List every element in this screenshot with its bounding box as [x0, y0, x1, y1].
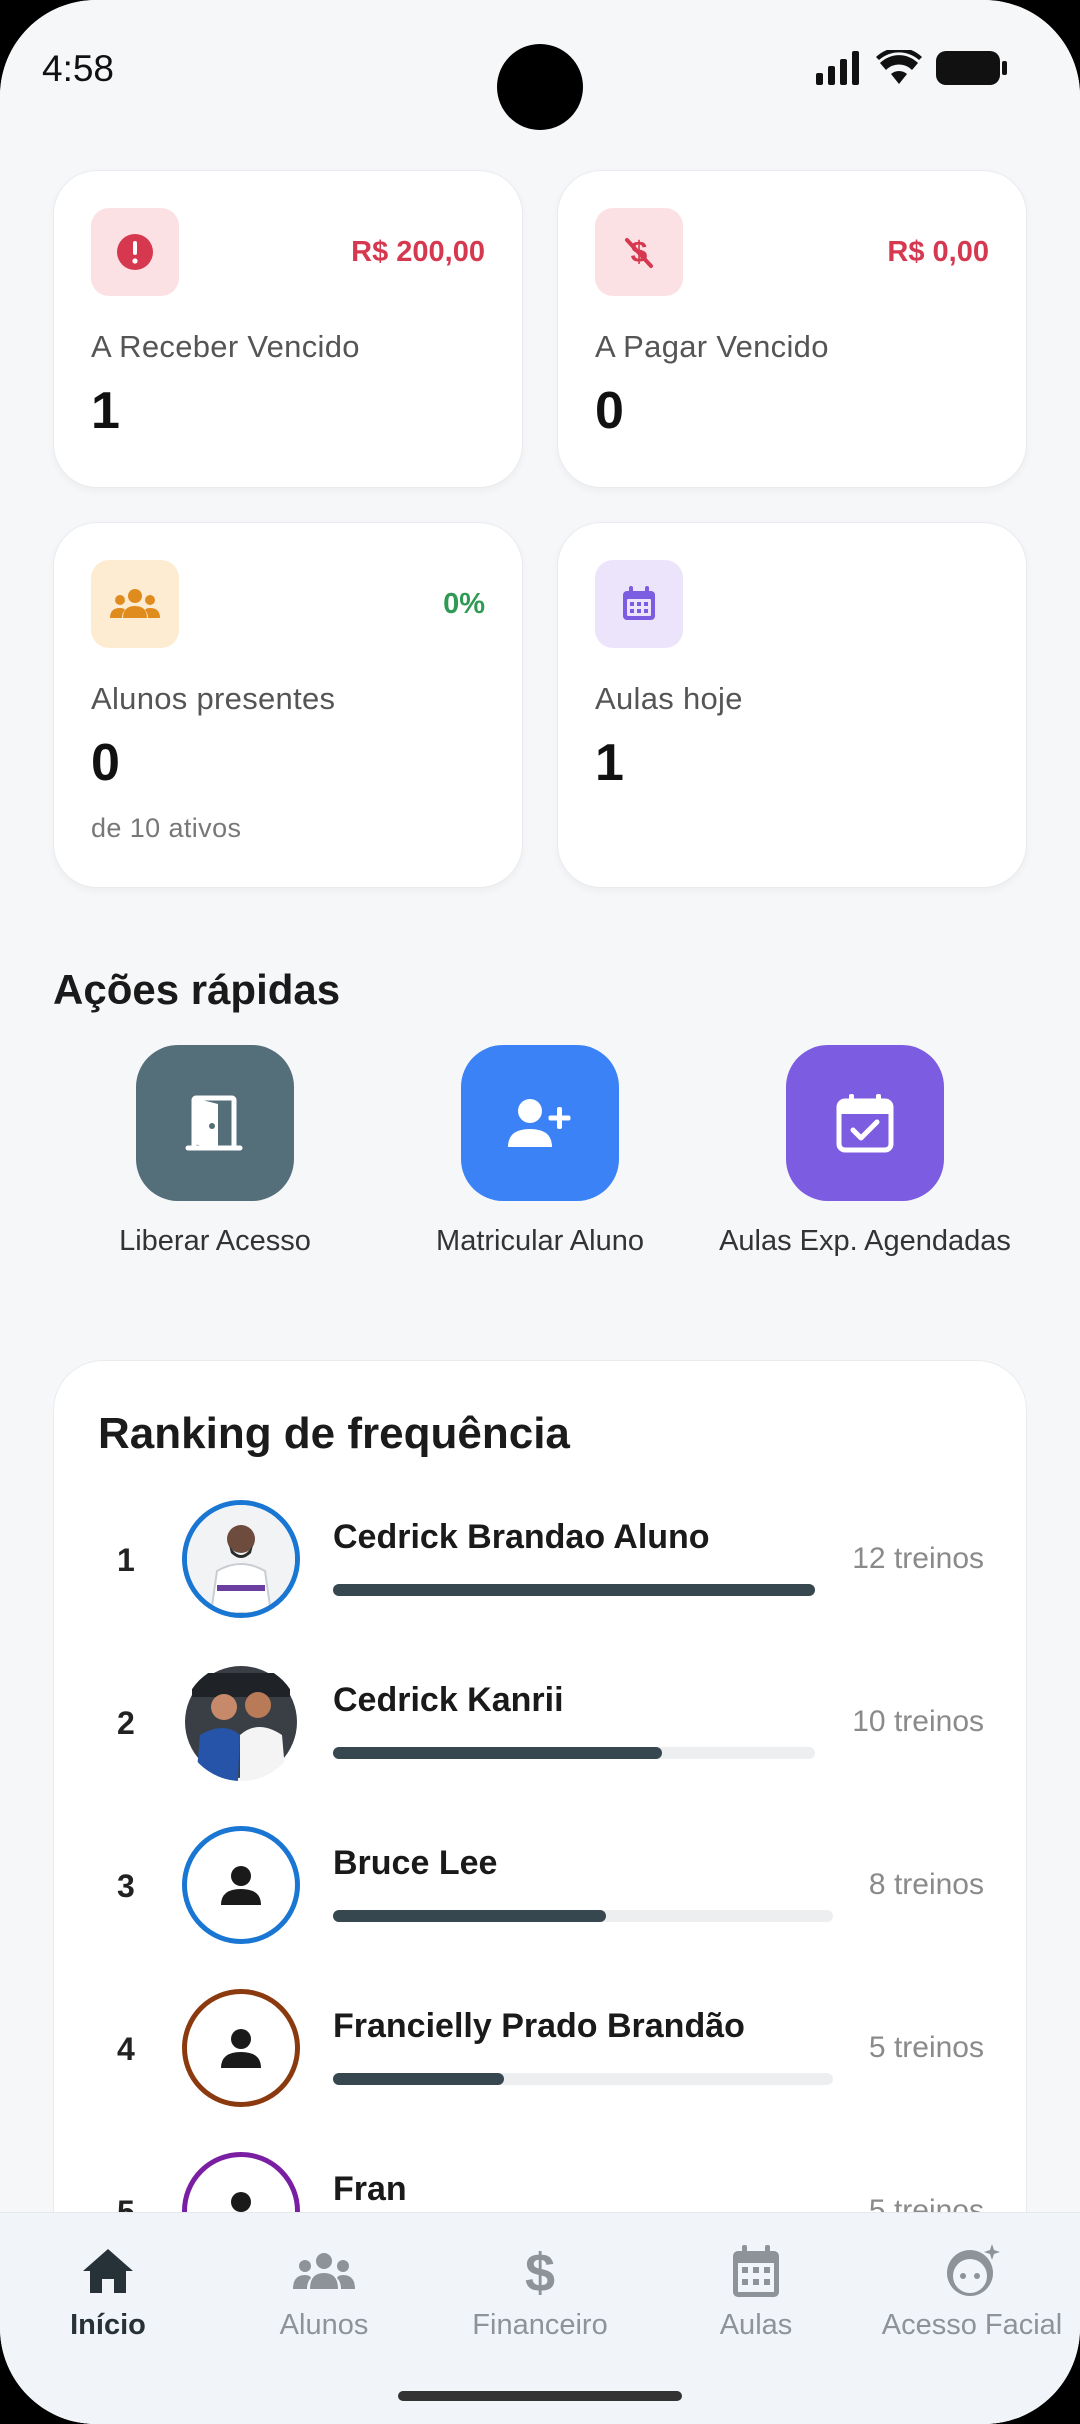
classes-today-card[interactable]: Aulas hoje 1 [557, 522, 1027, 888]
student-name: Fran [333, 2170, 407, 2208]
calendar-icon [733, 2245, 779, 2297]
camera-cutout [497, 44, 583, 130]
status-bar: 4:58 [0, 0, 1080, 140]
frequency-bar [333, 1747, 815, 1759]
nav-item-alunos[interactable]: Alunos [216, 2241, 432, 2342]
quick-action-liberar-acesso[interactable]: Liberar Acesso [55, 1045, 375, 1258]
home-icon [83, 2249, 133, 2293]
quick-action-matricular-aluno[interactable]: Matricular Aluno [380, 1045, 700, 1258]
app-screen: 4:58 R$ 200,00 A Receber Vencido 1 R$ 0,… [0, 0, 1080, 2424]
frequency-bar-fill [333, 1910, 607, 1922]
status-icons [816, 50, 1008, 86]
group-icon [293, 2253, 355, 2289]
frequency-bar [333, 1910, 833, 1922]
training-count: 12 treinos [852, 1542, 984, 1575]
calendar-icon [595, 560, 683, 648]
signal-icon [816, 51, 859, 85]
ranking-row[interactable]: 3 Bruce Lee 8 treinos [54, 1826, 1026, 1956]
students-value: 0 [91, 734, 120, 792]
frequency-bar [333, 1584, 815, 1596]
quick-action-label: Aulas Exp. Agendadas [719, 1225, 1011, 1257]
receivable-value: 1 [91, 382, 120, 440]
payable-value: 0 [595, 382, 624, 440]
payable-amount: R$ 0,00 [887, 236, 989, 268]
quick-action-label: Matricular Aluno [436, 1225, 644, 1257]
frequency-bar-fill [333, 1584, 815, 1596]
nav-label: Aulas [719, 2309, 793, 2341]
person-icon [221, 2029, 261, 2068]
nav-label: Alunos [279, 2309, 369, 2341]
students-label: Alunos presentes [91, 681, 336, 716]
student-name: Bruce Lee [333, 1844, 498, 1882]
student-name: Cedrick Kanrii [333, 1681, 564, 1719]
money-off-icon: $ [595, 208, 683, 296]
group-icon [91, 560, 179, 648]
person-add-icon[interactable] [461, 1045, 619, 1201]
avatar [182, 1500, 300, 1618]
rank-number: 1 [117, 1542, 135, 1578]
quick-actions-title: Ações rápidas [53, 966, 341, 1013]
alert-circle-icon [91, 208, 179, 296]
receivable-overdue-card[interactable]: R$ 200,00 A Receber Vencido 1 [53, 170, 523, 488]
quick-action-aulas-exp-agendadas[interactable]: Aulas Exp. Agendadas [705, 1045, 1025, 1258]
training-count: 8 treinos [868, 1868, 984, 1901]
bottom-navigation: Início Alunos $ Financeiro Aulas Acesso … [0, 2212, 1080, 2424]
nav-label: Acesso Facial [881, 2309, 1063, 2341]
rank-number: 4 [117, 2031, 135, 2067]
face-icon [947, 2244, 1000, 2296]
student-name: Francielly Prado Brandão [333, 2007, 745, 2045]
students-percent: 0% [443, 588, 485, 620]
nav-item-financeiro[interactable]: $ Financeiro [432, 2241, 648, 2342]
ranking-row[interactable]: 2 Cedrick Kanrii 10 treinos [54, 1663, 1026, 1793]
calendar-check-icon[interactable] [786, 1045, 944, 1201]
person-icon [221, 1866, 261, 1905]
classes-label: Aulas hoje [595, 681, 743, 716]
classes-value: 1 [595, 734, 624, 792]
nav-item-inicio[interactable]: Início [0, 2241, 216, 2342]
student-name: Cedrick Brandao Aluno [333, 1518, 710, 1556]
home-indicator[interactable] [398, 2391, 682, 2401]
payable-label: A Pagar Vencido [595, 329, 829, 364]
students-active-sub: de 10 ativos [91, 813, 242, 843]
training-count: 10 treinos [852, 1705, 984, 1738]
battery-icon [936, 51, 1007, 85]
dollar-icon: $ [525, 2243, 555, 2299]
nav-label: Financeiro [472, 2309, 608, 2341]
frequency-bar-fill [333, 1747, 663, 1759]
nav-item-aulas[interactable]: Aulas [648, 2241, 864, 2342]
nav-label: Início [70, 2309, 146, 2341]
frequency-bar [333, 2073, 833, 2085]
frequency-bar-fill [333, 2073, 504, 2085]
status-time: 4:58 [42, 48, 115, 89]
receivable-amount: R$ 200,00 [351, 236, 485, 268]
ranking-title: Ranking de frequência [98, 1409, 570, 1458]
ranking-row[interactable]: 4 Francielly Prado Brandão 5 treinos [54, 1989, 1026, 2119]
svg-text:$: $ [525, 2243, 555, 2299]
receivable-label: A Receber Vencido [91, 329, 360, 364]
avatar [182, 1663, 300, 1781]
training-count: 5 treinos [868, 2031, 984, 2064]
ranking-row[interactable]: 1 Cedrick Brandao Aluno 12 treinos [54, 1500, 1026, 1630]
avatar [182, 1826, 300, 1944]
wifi-icon [876, 50, 922, 84]
door-icon[interactable] [136, 1045, 294, 1201]
quick-action-label: Liberar Acesso [119, 1225, 311, 1257]
rank-number: 3 [117, 1868, 135, 1904]
nav-item-acesso-facial[interactable]: Acesso Facial [864, 2241, 1080, 2342]
rank-number: 2 [117, 1705, 135, 1741]
students-present-card[interactable]: 0% Alunos presentes 0 de 10 ativos [53, 522, 523, 888]
avatar [182, 1989, 300, 2107]
payable-overdue-card[interactable]: $ R$ 0,00 A Pagar Vencido 0 [557, 170, 1027, 488]
